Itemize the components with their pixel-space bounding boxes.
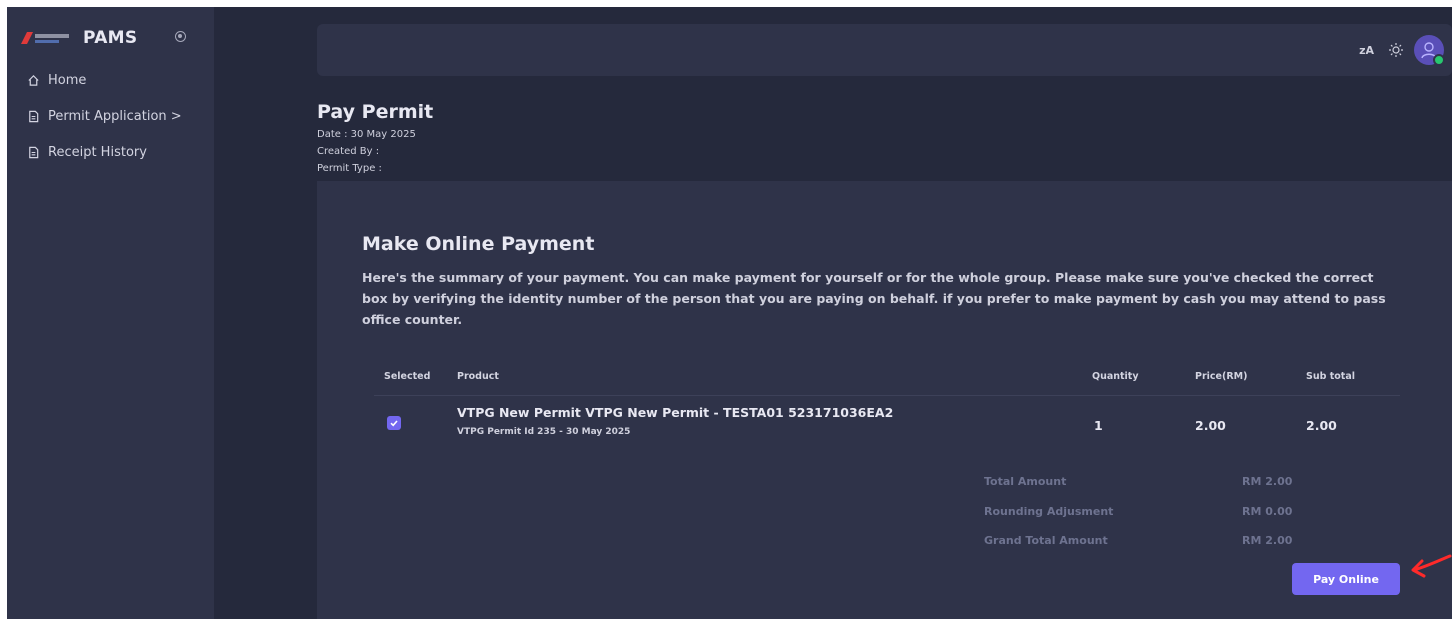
row-select-checkbox[interactable] [387, 416, 401, 430]
price-cell: 2.00 [1195, 418, 1226, 433]
user-avatar[interactable] [1414, 35, 1445, 66]
product-name: VTPG New Permit VTPG New Permit - TESTA0… [457, 405, 894, 420]
sidebar-item-label: Permit Application > [48, 108, 182, 124]
payment-title: Make Online Payment [362, 233, 595, 255]
sun-icon[interactable] [1388, 42, 1404, 58]
total-amount-label: Total Amount [984, 475, 1067, 488]
page-title: Pay Permit [317, 101, 434, 123]
product-detail: VTPG Permit Id 235 - 30 May 2025 [457, 427, 631, 437]
payment-card: Make Online Payment Here's the summary o… [317, 181, 1452, 619]
created-by: Created By : [317, 146, 380, 157]
home-icon [28, 74, 39, 86]
rounding-adjustment-value: RM 0.00 [1242, 505, 1293, 518]
app-name: PAMS [83, 28, 138, 48]
topbar-actions: ᴢA [1359, 24, 1452, 76]
translate-icon[interactable]: ᴢA [1359, 44, 1374, 57]
brand[interactable]: PAMS [19, 27, 137, 49]
pay-online-button[interactable]: Pay Online [1292, 563, 1400, 595]
column-header-quantity: Quantity [1092, 371, 1139, 382]
column-header-product: Product [457, 371, 499, 382]
online-status-dot [1433, 54, 1445, 66]
grand-total-label: Grand Total Amount [984, 534, 1108, 547]
sidebar: PAMS Home Permit Application > Receipt H… [7, 7, 214, 619]
grand-total-value: RM 2.00 [1242, 534, 1293, 547]
permit-date: Date : 30 May 2025 [317, 129, 416, 140]
document-icon [29, 146, 39, 158]
sidebar-item-label: Receipt History [48, 144, 147, 160]
sidebar-item-receipt-history[interactable]: Receipt History [27, 142, 147, 162]
rounding-adjustment-label: Rounding Adjusment [984, 505, 1114, 518]
app-window: PAMS Home Permit Application > Receipt H… [7, 7, 1452, 619]
sidebar-item-home[interactable]: Home [27, 70, 86, 90]
sidebar-item-permit-application[interactable]: Permit Application > [27, 106, 182, 126]
annotation-arrow-icon [1411, 554, 1452, 578]
permit-type: Permit Type : [317, 163, 382, 174]
column-header-price: Price(RM) [1195, 371, 1248, 382]
payment-description: Here's the summary of your payment. You … [362, 270, 1386, 327]
checkmark-icon [390, 420, 398, 427]
sidebar-item-label: Home [48, 72, 87, 88]
total-amount-value: RM 2.00 [1242, 475, 1293, 488]
topbar: ᴢA [317, 24, 1452, 76]
subtotal-cell: 2.00 [1306, 418, 1337, 433]
column-header-subtotal: Sub total [1306, 371, 1355, 382]
company-logo [19, 30, 71, 46]
sidebar-toggle-icon[interactable] [175, 31, 186, 42]
quantity-cell: 1 [1094, 418, 1103, 433]
document-icon [29, 110, 39, 122]
column-header-selected: Selected [384, 371, 431, 382]
table-divider [374, 395, 1400, 396]
